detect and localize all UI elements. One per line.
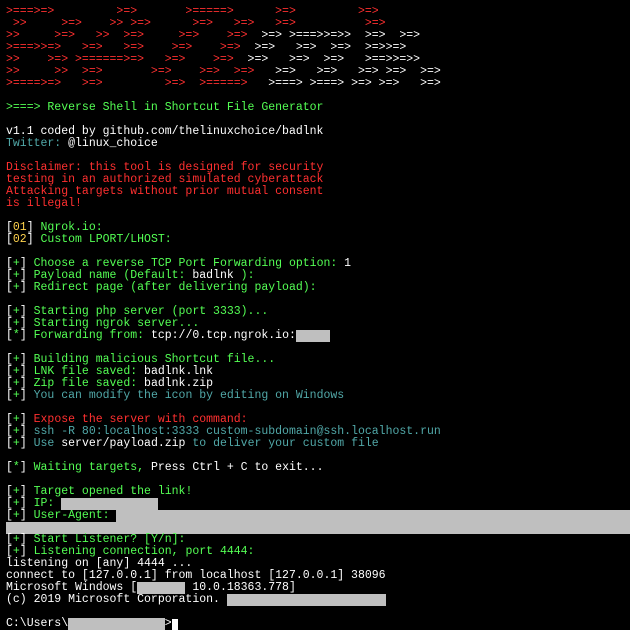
win-copyright: (c) 2019 Microsoft Corporation. (6, 594, 624, 606)
disclaimer: Attacking targets without prior mutual c… (6, 186, 624, 198)
waiting-targets: [*] Waiting targets, Press Ctrl + C to e… (6, 462, 624, 474)
ascii-banner: >====>=> >=> >=> >=====> >===> >===> >=>… (6, 78, 624, 90)
cursor-icon (172, 619, 178, 630)
status-note: [+] You can modify the icon by editing o… (6, 390, 624, 402)
expose-use: [+] Use server/payload.zip to deliver yo… (6, 438, 624, 450)
redacted-corp (227, 594, 386, 606)
prompt-redirect: [+] Redirect page (after delivering payl… (6, 282, 624, 294)
shell-prompt[interactable]: C:\Users\ > (6, 618, 624, 630)
app-title: >===> Reverse Shell in Shortcut File Gen… (6, 102, 624, 114)
redacted-user (68, 618, 165, 630)
twitter-line: Twitter: @linux_choice (6, 138, 624, 150)
redacted-port (296, 330, 331, 342)
disclaimer: is illegal! (6, 198, 624, 210)
status-forwarding: [*] Forwarding from: tcp://0.tcp.ngrok.i… (6, 330, 624, 342)
menu-option-2: [02] Custom LPORT/LHOST: (6, 234, 624, 246)
